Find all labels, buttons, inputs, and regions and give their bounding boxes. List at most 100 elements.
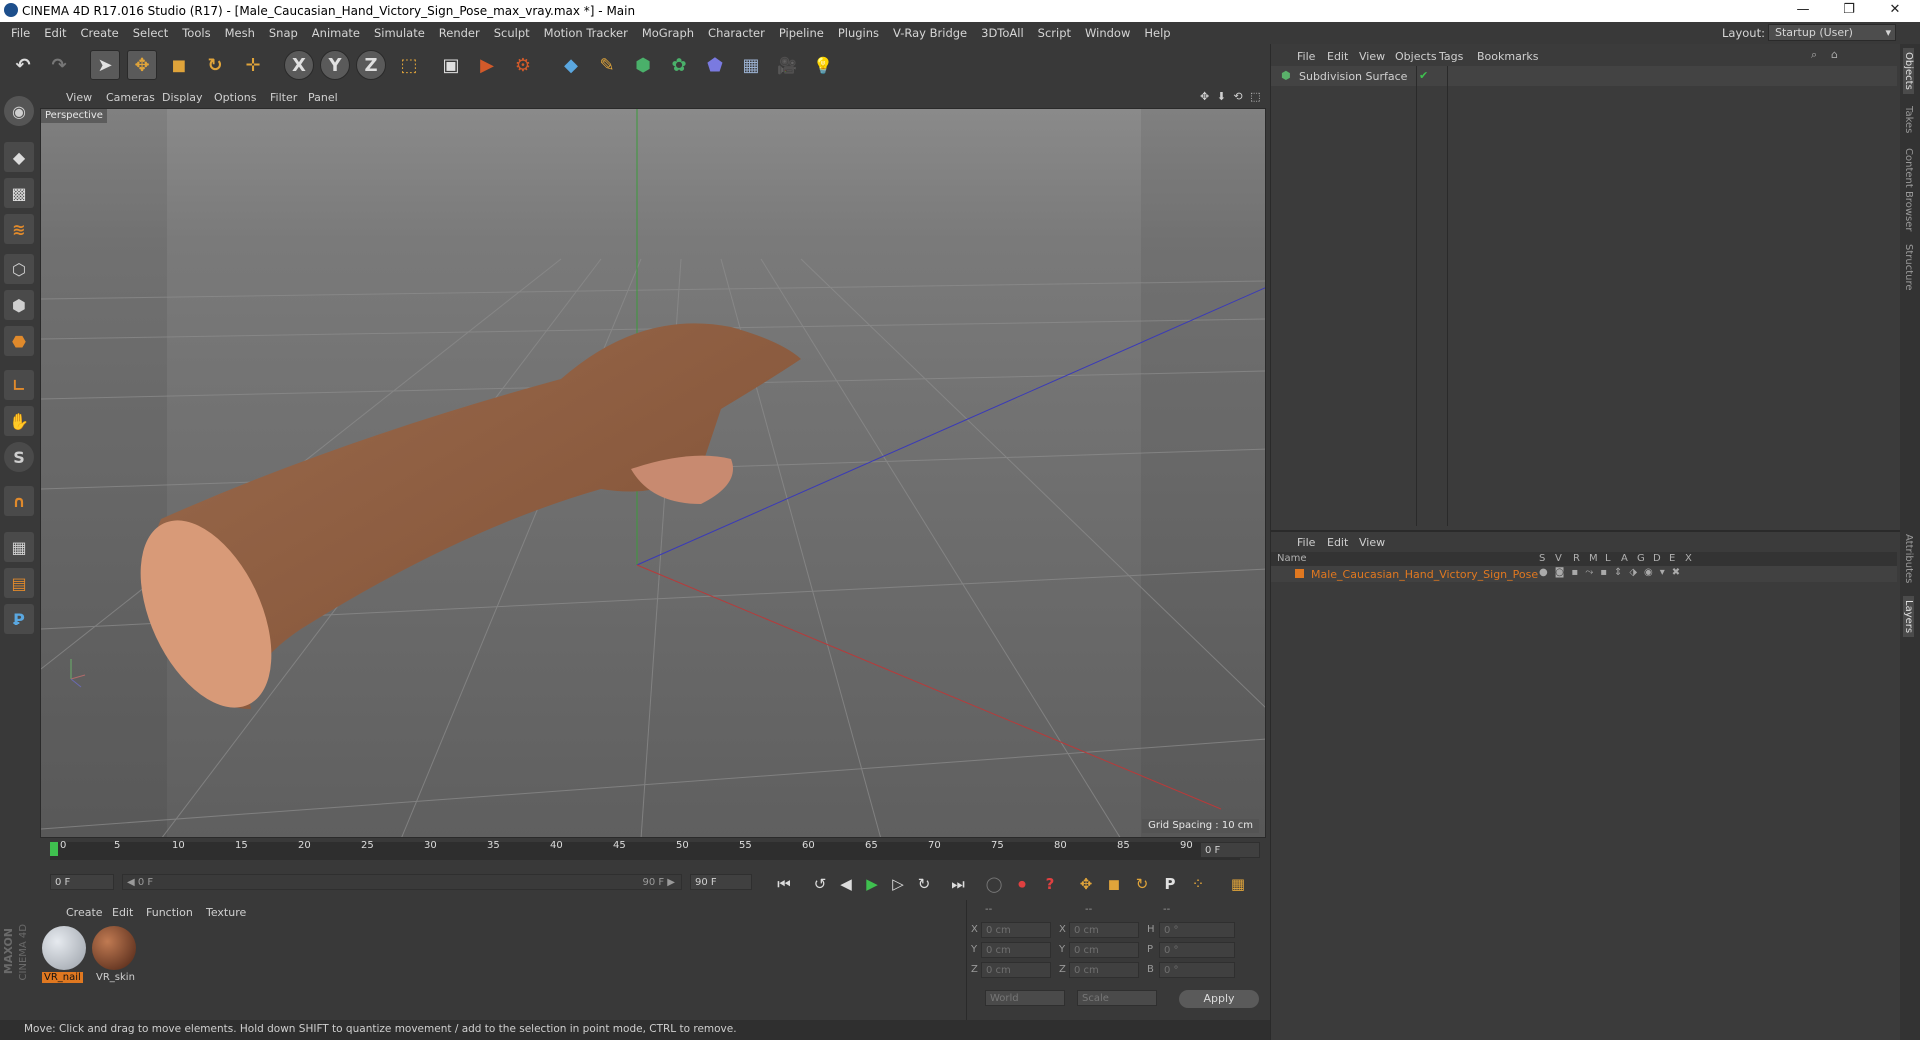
menu-select[interactable]: Select: [126, 26, 175, 40]
minimize-button[interactable]: —: [1780, 0, 1826, 22]
rotation-b-field[interactable]: 0 °: [1159, 962, 1235, 978]
position-z-field[interactable]: 0 cm: [981, 962, 1051, 978]
viewport-menu-cameras[interactable]: Cameras: [106, 91, 155, 104]
previous-key-icon[interactable]: ↺: [808, 872, 832, 896]
floor-object-icon[interactable]: ▦: [736, 50, 766, 80]
pen-spline-icon[interactable]: ✎: [592, 50, 622, 80]
undo-icon[interactable]: ↶: [8, 50, 38, 80]
perspective-viewport[interactable]: Perspective Grid Spacing : 10 cm: [40, 108, 1266, 838]
viewport-menu-view[interactable]: View: [66, 91, 92, 104]
texture-mode-icon[interactable]: ▩: [4, 178, 34, 208]
viewport-menu-options[interactable]: Options: [214, 91, 256, 104]
menu-tools[interactable]: Tools: [175, 26, 217, 40]
end-frame-field[interactable]: 90 F: [690, 874, 752, 890]
start-frame-field[interactable]: 0 F: [50, 874, 114, 890]
menu-create[interactable]: Create: [74, 26, 126, 40]
model-mode-icon[interactable]: ◆: [4, 142, 34, 172]
cube-object-icon[interactable]: ◆: [556, 50, 586, 80]
select-tool-icon[interactable]: ➤: [90, 50, 120, 80]
key-position-icon[interactable]: ✥: [1074, 872, 1098, 896]
move-tool-icon[interactable]: ✥: [127, 50, 157, 80]
side-tab-content-browser[interactable]: Content Browser: [1903, 148, 1914, 231]
position-y-field[interactable]: 0 cm: [981, 942, 1051, 958]
home-icon[interactable]: ⌂: [1831, 48, 1838, 61]
menu-character[interactable]: Character: [701, 26, 772, 40]
camera-icon[interactable]: 🎥: [772, 50, 802, 80]
redo-icon[interactable]: ↷: [44, 50, 74, 80]
material-menu-create[interactable]: Create: [66, 906, 103, 919]
polygons-mode-icon[interactable]: ⬣: [4, 326, 34, 356]
layer-toggle-icons[interactable]: ●◙▪⤳▪⇕⬗◉▾✖: [1539, 567, 1687, 578]
menu-window[interactable]: Window: [1078, 26, 1137, 40]
menu-mesh[interactable]: Mesh: [218, 26, 262, 40]
column-header[interactable]: V: [1555, 553, 1562, 564]
render-view-icon[interactable]: ▣: [436, 50, 466, 80]
tweak-mode-icon[interactable]: ✋: [4, 406, 34, 436]
rotation-p-field[interactable]: 0 °: [1159, 942, 1235, 958]
position-x-field[interactable]: 0 cm: [981, 922, 1051, 938]
record-active-icon[interactable]: ◯: [982, 872, 1006, 896]
key-scale-icon[interactable]: ◼: [1102, 872, 1126, 896]
sculpt-mode-icon[interactable]: ◉: [4, 96, 34, 126]
side-tab-objects[interactable]: Objects: [1903, 48, 1914, 94]
go-to-end-icon[interactable]: ⏭: [946, 872, 970, 896]
viewport-nav-icons[interactable]: ✥ ⬇ ⟲ ⬚: [1200, 90, 1263, 103]
menu-animate[interactable]: Animate: [305, 26, 367, 40]
subdivision-surface-icon[interactable]: ⬢: [628, 50, 658, 80]
menu-sculpt[interactable]: Sculpt: [487, 26, 537, 40]
play-icon[interactable]: ▶: [860, 872, 884, 896]
object-row[interactable]: ⬢ Subdivision Surface ✔: [1271, 66, 1897, 86]
menu-vray-bridge[interactable]: V-Ray Bridge: [886, 26, 974, 40]
menu-motion-tracker[interactable]: Motion Tracker: [537, 26, 635, 40]
light-icon[interactable]: 💡: [808, 50, 838, 80]
planar-workplane-icon[interactable]: ▤: [4, 568, 34, 598]
array-object-icon[interactable]: ✿: [664, 50, 694, 80]
layers-menu-file[interactable]: File: [1297, 536, 1315, 549]
recent-tool-icon[interactable]: ✛: [238, 50, 268, 80]
objects-menu-edit[interactable]: Edit: [1327, 50, 1348, 63]
column-header[interactable]: G: [1637, 553, 1645, 564]
menu-render[interactable]: Render: [432, 26, 487, 40]
objects-menu-file[interactable]: File: [1297, 50, 1315, 63]
current-frame-field[interactable]: 0 F: [1200, 842, 1260, 858]
rotate-tool-icon[interactable]: ↻: [200, 50, 230, 80]
visibility-check-icon[interactable]: ✔: [1419, 69, 1428, 82]
menu-mograph[interactable]: MoGraph: [635, 26, 701, 40]
go-to-start-icon[interactable]: ⏮: [772, 872, 796, 896]
transform-mode-dropdown[interactable]: Scale: [1077, 990, 1157, 1006]
layer-row[interactable]: Male_Caucasian_Hand_Victory_Sign_Pose ●◙…: [1271, 566, 1897, 582]
x-axis-lock-icon[interactable]: X: [284, 50, 314, 80]
side-tab-structure[interactable]: Structure: [1903, 244, 1914, 291]
timeline-window-icon[interactable]: ▦: [1226, 872, 1250, 896]
material-menu-function[interactable]: Function: [146, 906, 193, 919]
column-header[interactable]: E: [1669, 553, 1675, 564]
objects-menu-objects[interactable]: Objects: [1395, 50, 1437, 63]
side-tab-takes[interactable]: Takes: [1903, 106, 1914, 133]
rotation-h-field[interactable]: 0 °: [1159, 922, 1235, 938]
timeline-ruler[interactable]: 0 5 10 15 20 25 30 35 40 45 50 55 60 65 …: [40, 838, 1266, 864]
lock-workplane-icon[interactable]: ▦: [4, 532, 34, 562]
column-header[interactable]: A: [1621, 553, 1628, 564]
coordinate-space-dropdown[interactable]: World: [985, 990, 1065, 1006]
keyframe-selection-icon[interactable]: ?: [1038, 872, 1062, 896]
name-column-header[interactable]: Name: [1277, 553, 1307, 564]
key-pla-icon[interactable]: ⁘: [1186, 872, 1210, 896]
menu-plugins[interactable]: Plugins: [831, 26, 886, 40]
column-header[interactable]: S: [1539, 553, 1545, 564]
scale-tool-icon[interactable]: ◼: [164, 50, 194, 80]
objects-menu-bookmarks[interactable]: Bookmarks: [1477, 50, 1538, 63]
viewport-menu-filter[interactable]: Filter: [270, 91, 297, 104]
next-key-icon[interactable]: ↻: [912, 872, 936, 896]
scale-x-field[interactable]: 0 cm: [1069, 922, 1139, 938]
menu-simulate[interactable]: Simulate: [367, 26, 432, 40]
viewport-menu-display[interactable]: Display: [162, 91, 203, 104]
menu-3dtoall[interactable]: 3DToAll: [974, 26, 1031, 40]
close-button[interactable]: ✕: [1872, 0, 1918, 22]
snap-icon[interactable]: S: [4, 442, 34, 472]
menu-file[interactable]: File: [4, 26, 37, 40]
column-header[interactable]: R: [1573, 553, 1580, 564]
menu-edit[interactable]: Edit: [37, 26, 73, 40]
material-swatch-skin[interactable]: [92, 926, 136, 970]
scale-z-field[interactable]: 0 cm: [1069, 962, 1139, 978]
render-settings-icon[interactable]: ⚙: [508, 50, 538, 80]
